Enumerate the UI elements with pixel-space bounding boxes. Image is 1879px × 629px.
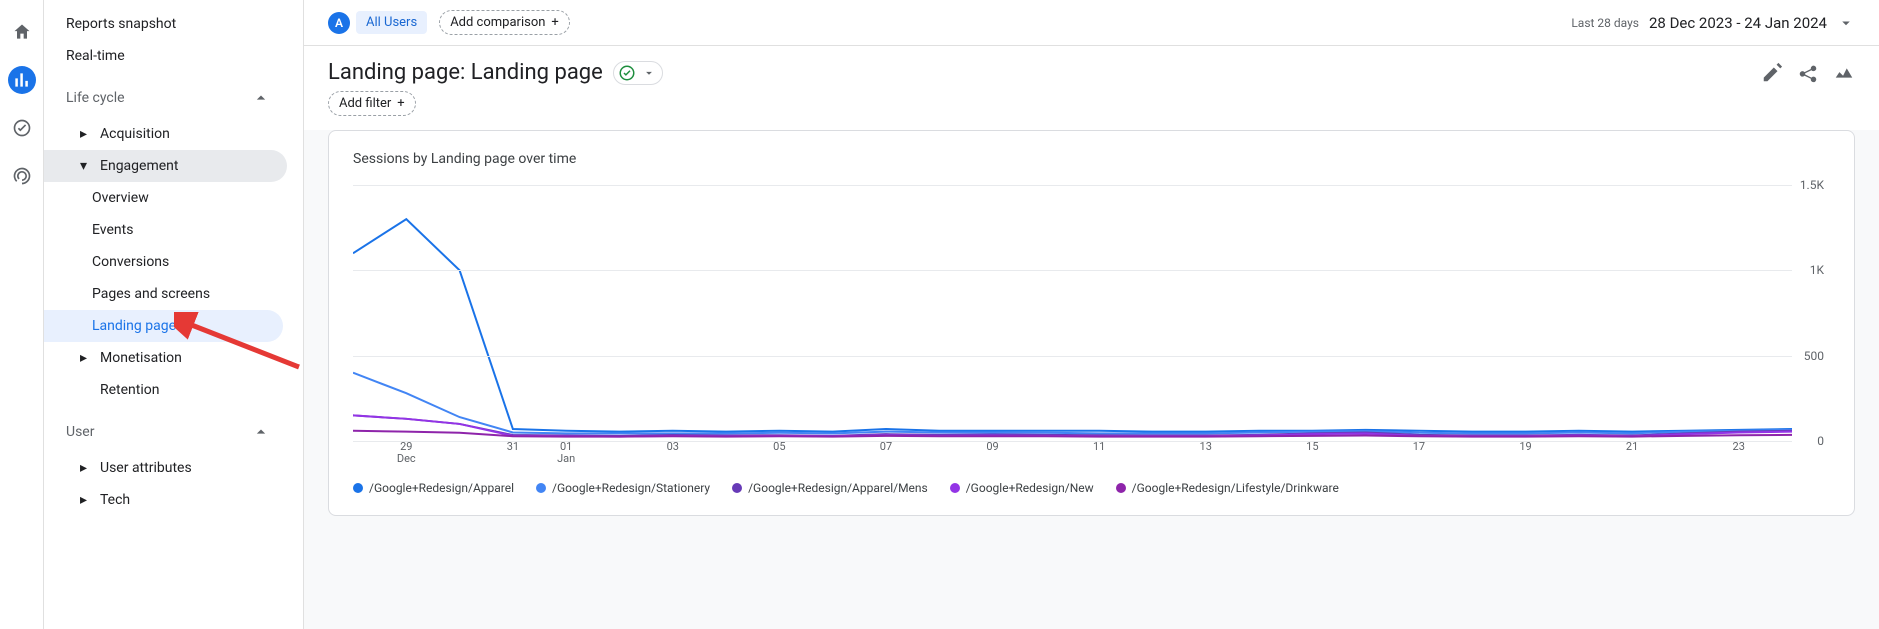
x-tick-label: 13 (1200, 441, 1212, 453)
x-tick-label: 11 (1093, 441, 1105, 453)
x-tick-label: 07 (880, 441, 892, 453)
main-content: A All Users Add comparison + Last 28 day… (304, 0, 1879, 629)
nav-label: Landing page (92, 318, 176, 334)
legend-label: /Google+Redesign/Apparel (369, 481, 514, 495)
chevron-down-icon (642, 66, 656, 80)
explore-icon[interactable] (8, 114, 36, 142)
caret-right-icon: ▸ (80, 126, 90, 142)
legend-label: /Google+Redesign/New (966, 481, 1094, 495)
caret-down-icon: ▾ (80, 158, 90, 174)
pill-label: Add filter (339, 96, 391, 111)
plus-icon: + (397, 96, 404, 111)
nav-label: Acquisition (100, 126, 170, 142)
y-tick-label: 0 (1817, 434, 1824, 448)
nav-section-label: User (66, 424, 94, 440)
chevron-up-icon (251, 422, 271, 442)
x-tick-label: 15 (1306, 441, 1318, 453)
segment-label[interactable]: All Users (356, 11, 427, 34)
page-header: Landing page: Landing page (304, 46, 1879, 91)
nav-section-user[interactable]: User (44, 406, 283, 452)
legend-swatch (1116, 483, 1126, 493)
pill-label: Add comparison (450, 15, 545, 30)
nav-section-label: Life cycle (66, 90, 125, 106)
report-status-pill[interactable] (613, 61, 663, 85)
nav-section-lifecycle[interactable]: Life cycle (44, 72, 283, 118)
y-tick-label: 1K (1810, 263, 1824, 277)
x-tick-label: 09 (986, 441, 998, 453)
nav-tech[interactable]: ▸ Tech (44, 484, 287, 516)
x-tick-label: 21 (1626, 441, 1638, 453)
check-circle-icon (618, 64, 636, 82)
legend-label: /Google+Redesign/Stationery (552, 481, 710, 495)
legend-item[interactable]: /Google+Redesign/Lifestyle/Drinkware (1116, 481, 1339, 495)
x-tick-label: 31 (507, 441, 519, 453)
nav-label: User attributes (100, 460, 192, 476)
caret-right-icon: ▸ (80, 492, 90, 508)
date-range-picker[interactable]: Last 28 days 28 Dec 2023 - 24 Jan 2024 (1571, 14, 1855, 32)
home-icon[interactable] (8, 18, 36, 46)
icon-rail (0, 0, 44, 629)
advertising-icon[interactable] (8, 162, 36, 190)
filter-row: Add filter + (304, 91, 1879, 130)
x-tick-label: 29Dec (397, 441, 416, 465)
nav-monetisation[interactable]: ▸ Monetisation (44, 342, 287, 374)
nav-engagement-overview[interactable]: Overview (44, 182, 283, 214)
legend-item[interactable]: /Google+Redesign/Apparel/Mens (732, 481, 928, 495)
chevron-down-icon (1837, 14, 1855, 32)
line-chart[interactable]: 29Dec 31 01Jan 03 05 07 09 11 13 15 17 19 21 23 0 500 1… (353, 185, 1830, 465)
reports-icon[interactable] (8, 66, 36, 94)
chart-card: Sessions by Landing page over time 29Dec… (328, 130, 1855, 516)
page-title: Landing page: Landing page (328, 60, 603, 85)
add-filter-button[interactable]: Add filter + (328, 91, 416, 116)
plus-icon: + (551, 15, 558, 30)
nav-engagement-conversions[interactable]: Conversions (44, 246, 283, 278)
share-icon[interactable] (1797, 62, 1819, 84)
caret-right-icon: ▸ (80, 350, 90, 366)
date-range-value: 28 Dec 2023 - 24 Jan 2024 (1649, 14, 1827, 32)
x-tick-label: 19 (1519, 441, 1531, 453)
caret-right-icon: ▸ (80, 460, 90, 476)
add-comparison-button[interactable]: Add comparison + (439, 10, 570, 35)
chart-title: Sessions by Landing page over time (353, 151, 1830, 167)
x-tick-label: 01Jan (557, 441, 575, 465)
nav-engagement-pages[interactable]: Pages and screens (44, 278, 283, 310)
nav-realtime[interactable]: Real-time (44, 40, 283, 72)
x-tick-label: 03 (667, 441, 679, 453)
segment-badge[interactable]: A (328, 12, 350, 34)
nav-engagement-landing-page[interactable]: Landing page (44, 310, 283, 342)
customize-report-icon[interactable] (1761, 62, 1783, 84)
header-actions (1761, 62, 1855, 84)
nav-label: Monetisation (100, 350, 182, 366)
nav-label: Retention (100, 382, 160, 398)
nav-reports-snapshot[interactable]: Reports snapshot (44, 8, 283, 40)
nav-label: Tech (100, 492, 130, 508)
side-nav: Reports snapshot Real-time Life cycle ▸ … (44, 0, 304, 629)
nav-engagement[interactable]: ▾ Engagement (44, 150, 287, 182)
legend-item[interactable]: /Google+Redesign/New (950, 481, 1094, 495)
chart-legend: /Google+Redesign/Apparel/Google+Redesign… (353, 481, 1830, 495)
legend-swatch (732, 483, 742, 493)
nav-engagement-events[interactable]: Events (44, 214, 283, 246)
legend-swatch (950, 483, 960, 493)
legend-item[interactable]: /Google+Redesign/Stationery (536, 481, 710, 495)
nav-user-attributes[interactable]: ▸ User attributes (44, 452, 287, 484)
legend-label: /Google+Redesign/Lifestyle/Drinkware (1132, 481, 1339, 495)
y-tick-label: 1.5K (1800, 178, 1824, 192)
nav-retention[interactable]: Retention (44, 374, 287, 406)
x-tick-label: 17 (1413, 441, 1425, 453)
top-bar: A All Users Add comparison + Last 28 day… (304, 0, 1879, 46)
legend-label: /Google+Redesign/Apparel/Mens (748, 481, 928, 495)
report-canvas: Sessions by Landing page over time 29Dec… (304, 130, 1879, 629)
x-tick-label: 23 (1733, 441, 1745, 453)
nav-acquisition[interactable]: ▸ Acquisition (44, 118, 287, 150)
x-tick-label: 05 (773, 441, 785, 453)
legend-swatch (536, 483, 546, 493)
insights-icon[interactable] (1833, 62, 1855, 84)
nav-label: Engagement (100, 158, 178, 174)
date-range-label: Last 28 days (1571, 16, 1639, 30)
chevron-up-icon (251, 88, 271, 108)
y-tick-label: 500 (1804, 349, 1824, 363)
legend-swatch (353, 483, 363, 493)
legend-item[interactable]: /Google+Redesign/Apparel (353, 481, 514, 495)
